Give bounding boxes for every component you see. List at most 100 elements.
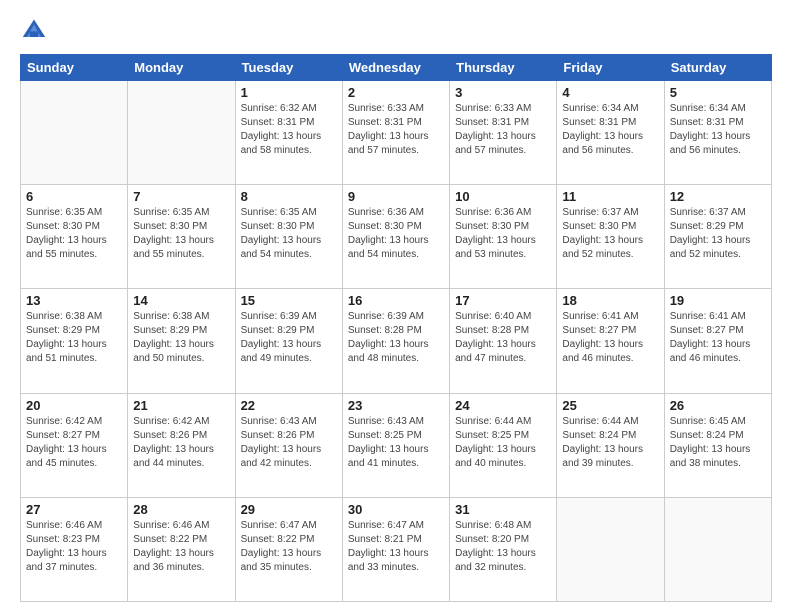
col-header-saturday: Saturday xyxy=(664,55,771,81)
day-number: 12 xyxy=(670,189,766,204)
day-detail: Sunrise: 6:32 AMSunset: 8:31 PMDaylight:… xyxy=(241,102,337,158)
day-detail: Sunrise: 6:41 AMSunset: 8:27 PMDaylight:… xyxy=(670,310,766,366)
calendar-cell: 24Sunrise: 6:44 AMSunset: 8:25 PMDayligh… xyxy=(450,393,557,497)
sunrise-text: Sunrise: 6:37 AM xyxy=(562,206,658,220)
sunset-text: Sunset: 8:23 PM xyxy=(26,533,122,547)
day-number: 6 xyxy=(26,189,122,204)
daylight-text: Daylight: 13 hours and 55 minutes. xyxy=(133,234,229,262)
calendar-cell: 15 Sunrise: 6:39 AMSunset: 8:29 PMDayligh… xyxy=(235,289,342,393)
calendar-cell xyxy=(128,81,235,185)
day-detail: Sunrise: 6:40 AMSunset: 8:28 PMDaylight:… xyxy=(455,310,551,366)
day-detail: Sunrise: 6:35 AMSunset: 8:30 PMDaylight:… xyxy=(26,206,122,262)
calendar-cell: 11Sunrise: 6:37 AMSunset: 8:30 PMDayligh… xyxy=(557,185,664,289)
day-number: 31 xyxy=(455,502,551,517)
day-detail: Sunrise: 6:47 AMSunset: 8:22 PMDaylight:… xyxy=(241,519,337,575)
sunset-text: Sunset: 8:30 PM xyxy=(562,220,658,234)
sunset-text: Sunset: 8:29 PM xyxy=(26,324,122,338)
daylight-text: Daylight: 13 hours and 54 minutes. xyxy=(348,234,444,262)
day-number: 26 xyxy=(670,398,766,413)
sunset-text: Sunset: 8:31 PM xyxy=(241,116,337,130)
day-number: 4 xyxy=(562,85,658,100)
day-number: 24 xyxy=(455,398,551,413)
day-detail: Sunrise: 6:38 AMSunset: 8:29 PMDaylight:… xyxy=(133,310,229,366)
calendar-cell: 22 Sunrise: 6:43 AMSunset: 8:26 PMDayligh… xyxy=(235,393,342,497)
day-number: 17 xyxy=(455,293,551,308)
day-detail: Sunrise: 6:34 AMSunset: 8:31 PMDaylight:… xyxy=(562,102,658,158)
daylight-text: Daylight: 13 hours and 41 minutes. xyxy=(348,443,444,471)
sunrise-text: Sunrise: 6:42 AM xyxy=(133,415,229,429)
day-detail: Sunrise: 6:39 AMSunset: 8:29 PMDaylight:… xyxy=(241,310,337,366)
daylight-text: Daylight: 13 hours and 58 minutes. xyxy=(241,130,337,158)
daylight-text: Daylight: 13 hours and 52 minutes. xyxy=(562,234,658,262)
header xyxy=(20,16,772,44)
day-detail: Sunrise: 6:45 AMSunset: 8:24 PMDaylight:… xyxy=(670,415,766,471)
day-detail: Sunrise: 6:38 AMSunset: 8:29 PMDaylight:… xyxy=(26,310,122,366)
sunrise-text: Sunrise: 6:47 AM xyxy=(348,519,444,533)
day-detail: Sunrise: 6:43 AMSunset: 8:26 PMDaylight:… xyxy=(241,415,337,471)
daylight-text: Daylight: 13 hours and 49 minutes. xyxy=(241,338,337,366)
calendar-header-row: SundayMondayTuesdayWednesdayThursdayFrid… xyxy=(21,55,772,81)
daylight-text: Daylight: 13 hours and 45 minutes. xyxy=(26,443,122,471)
sunset-text: Sunset: 8:29 PM xyxy=(670,220,766,234)
day-number: 18 xyxy=(562,293,658,308)
sunset-text: Sunset: 8:26 PM xyxy=(133,429,229,443)
day-detail: Sunrise: 6:42 AMSunset: 8:26 PMDaylight:… xyxy=(133,415,229,471)
calendar-cell: 14Sunrise: 6:38 AMSunset: 8:29 PMDayligh… xyxy=(128,289,235,393)
day-number: 2 xyxy=(348,85,444,100)
sunrise-text: Sunrise: 6:35 AM xyxy=(26,206,122,220)
daylight-text: Daylight: 13 hours and 38 minutes. xyxy=(670,443,766,471)
day-detail: Sunrise: 6:43 AMSunset: 8:25 PMDaylight:… xyxy=(348,415,444,471)
sunrise-text: Sunrise: 6:38 AM xyxy=(26,310,122,324)
day-number: 19 xyxy=(670,293,766,308)
sunset-text: Sunset: 8:31 PM xyxy=(562,116,658,130)
calendar-cell: 7Sunrise: 6:35 AMSunset: 8:30 PMDaylight… xyxy=(128,185,235,289)
daylight-text: Daylight: 13 hours and 57 minutes. xyxy=(455,130,551,158)
calendar-cell: 4 Sunrise: 6:34 AMSunset: 8:31 PMDaylight… xyxy=(557,81,664,185)
daylight-text: Daylight: 13 hours and 39 minutes. xyxy=(562,443,658,471)
calendar-cell: 26 Sunrise: 6:45 AMSunset: 8:24 PMDayligh… xyxy=(664,393,771,497)
day-detail: Sunrise: 6:37 AMSunset: 8:30 PMDaylight:… xyxy=(562,206,658,262)
day-number: 21 xyxy=(133,398,229,413)
calendar-cell: 21 Sunrise: 6:42 AMSunset: 8:26 PMDayligh… xyxy=(128,393,235,497)
day-number: 13 xyxy=(26,293,122,308)
sunset-text: Sunset: 8:31 PM xyxy=(670,116,766,130)
sunset-text: Sunset: 8:28 PM xyxy=(348,324,444,338)
day-detail: Sunrise: 6:35 AMSunset: 8:30 PMDaylight:… xyxy=(133,206,229,262)
sunrise-text: Sunrise: 6:34 AM xyxy=(670,102,766,116)
col-header-thursday: Thursday xyxy=(450,55,557,81)
sunrise-text: Sunrise: 6:39 AM xyxy=(348,310,444,324)
col-header-sunday: Sunday xyxy=(21,55,128,81)
daylight-text: Daylight: 13 hours and 57 minutes. xyxy=(348,130,444,158)
daylight-text: Daylight: 13 hours and 56 minutes. xyxy=(562,130,658,158)
day-detail: Sunrise: 6:46 AMSunset: 8:22 PMDaylight:… xyxy=(133,519,229,575)
day-number: 15 xyxy=(241,293,337,308)
day-number: 29 xyxy=(241,502,337,517)
col-header-tuesday: Tuesday xyxy=(235,55,342,81)
daylight-text: Daylight: 13 hours and 32 minutes. xyxy=(455,547,551,575)
daylight-text: Daylight: 13 hours and 37 minutes. xyxy=(26,547,122,575)
sunrise-text: Sunrise: 6:40 AM xyxy=(455,310,551,324)
day-number: 22 xyxy=(241,398,337,413)
page: SundayMondayTuesdayWednesdayThursdayFrid… xyxy=(0,0,792,612)
sunrise-text: Sunrise: 6:39 AM xyxy=(241,310,337,324)
calendar-cell: 13 Sunrise: 6:38 AMSunset: 8:29 PMDayligh… xyxy=(21,289,128,393)
day-number: 16 xyxy=(348,293,444,308)
sunset-text: Sunset: 8:25 PM xyxy=(348,429,444,443)
calendar-cell: 10Sunrise: 6:36 AMSunset: 8:30 PMDayligh… xyxy=(450,185,557,289)
day-number: 20 xyxy=(26,398,122,413)
sunset-text: Sunset: 8:30 PM xyxy=(455,220,551,234)
daylight-text: Daylight: 13 hours and 40 minutes. xyxy=(455,443,551,471)
sunset-text: Sunset: 8:22 PM xyxy=(241,533,337,547)
calendar-week-2: 6Sunrise: 6:35 AMSunset: 8:30 PMDaylight… xyxy=(21,185,772,289)
day-number: 3 xyxy=(455,85,551,100)
day-number: 23 xyxy=(348,398,444,413)
sunset-text: Sunset: 8:29 PM xyxy=(241,324,337,338)
calendar-cell: 20Sunrise: 6:42 AMSunset: 8:27 PMDayligh… xyxy=(21,393,128,497)
sunrise-text: Sunrise: 6:34 AM xyxy=(562,102,658,116)
sunset-text: Sunset: 8:25 PM xyxy=(455,429,551,443)
day-number: 1 xyxy=(241,85,337,100)
sunrise-text: Sunrise: 6:42 AM xyxy=(26,415,122,429)
day-number: 10 xyxy=(455,189,551,204)
calendar-week-1: 1 Sunrise: 6:32 AMSunset: 8:31 PMDaylight… xyxy=(21,81,772,185)
logo xyxy=(20,16,52,44)
